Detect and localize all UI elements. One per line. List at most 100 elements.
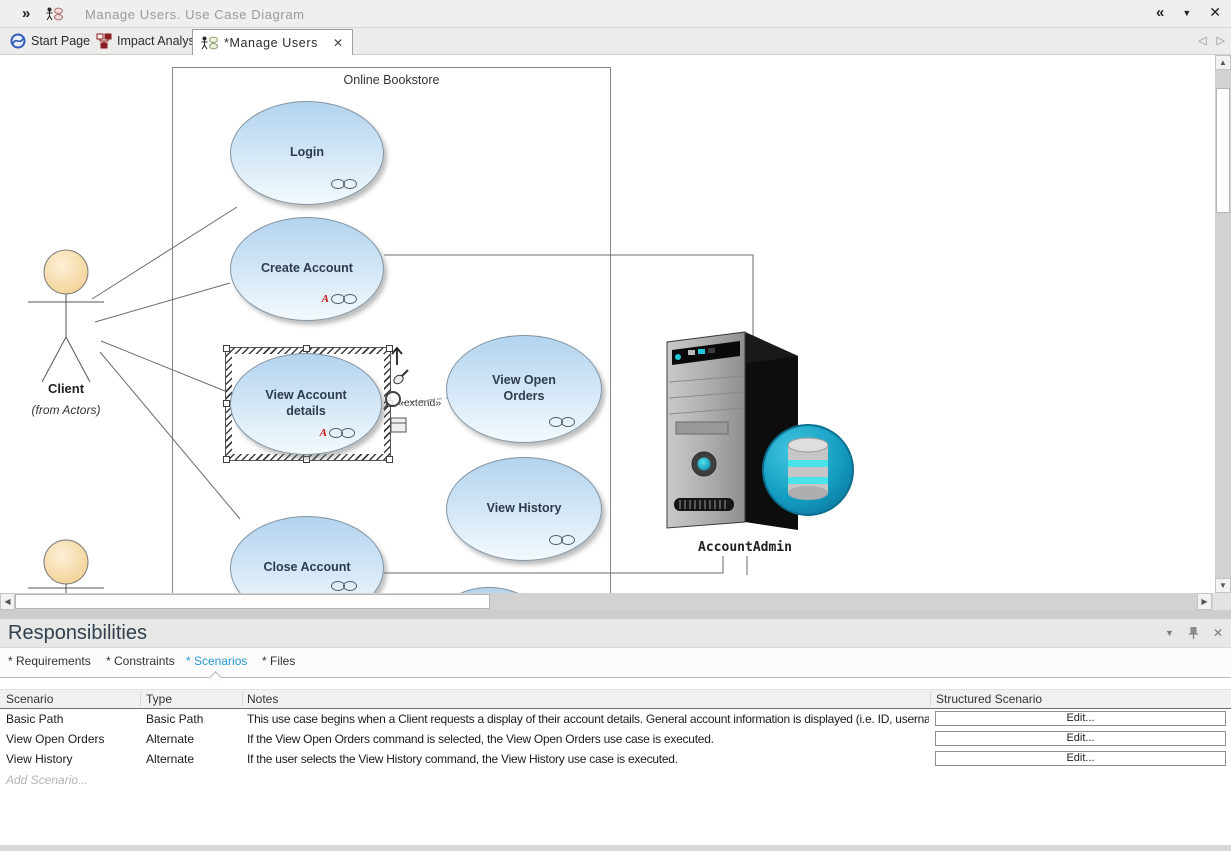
usecase-label: Close Account	[243, 560, 370, 576]
move-up-icon[interactable]	[388, 343, 406, 367]
window-title: Manage Users. Use Case Diagram	[85, 7, 305, 22]
vertical-scrollbar[interactable]: ▲ ▼	[1215, 55, 1231, 593]
usecase-label: View History	[467, 501, 582, 517]
usecase-label: View Account details	[231, 388, 381, 419]
vertical-scroll-thumb[interactable]	[1216, 88, 1230, 213]
panel-tab-bar: * Requirements * Constraints * Scenarios…	[0, 648, 1231, 677]
linked-document-icon	[331, 179, 357, 189]
linked-document-icon	[331, 581, 357, 591]
horizontal-scrollbar[interactable]: ◀ ▶	[0, 593, 1213, 610]
tab-scroll-nav: ◁ ▷	[1198, 34, 1225, 47]
edit-structured-scenario-button[interactable]: Edit...	[935, 711, 1226, 726]
scroll-left-icon[interactable]: ◀	[0, 593, 15, 610]
tab-scroll-left-icon[interactable]: ◁	[1198, 34, 1206, 47]
cell-type: Basic Path	[146, 712, 203, 726]
resize-handle[interactable]	[303, 345, 310, 352]
tab-manage-users[interactable]: *Manage Users ✕	[192, 29, 353, 56]
bottom-strip	[0, 845, 1231, 851]
usecase-login[interactable]: Login	[230, 101, 384, 205]
responsibilities-header: Responsibilities ▼ ✕	[0, 619, 1231, 648]
insert-element-icon[interactable]	[390, 417, 408, 435]
collapse-all-icon[interactable]: «	[1156, 4, 1164, 21]
horizontal-scroll-thumb[interactable]	[15, 594, 490, 609]
table-row[interactable]: Basic Path Basic Path This use case begi…	[0, 709, 1231, 729]
tab-scroll-right-icon[interactable]: ▷	[1217, 34, 1225, 47]
enterprise-architect-window: { "titlebar": { "collapse_glyph": "»", "…	[0, 0, 1231, 851]
column-header-scenario[interactable]: Scenario	[6, 692, 53, 706]
usecase-view-account-details[interactable]: View Account details A	[230, 353, 382, 455]
tab-divider	[0, 677, 1231, 678]
tab-start-page[interactable]: Start Page	[2, 28, 98, 54]
usecase-view-history[interactable]: View History	[446, 457, 602, 561]
pin-icon[interactable]	[1188, 626, 1199, 640]
actor-client-figure[interactable]	[20, 245, 112, 385]
server-node-image[interactable]	[660, 330, 860, 538]
usecase-label: View Open Orders	[447, 373, 601, 404]
tab-scenarios[interactable]: * Scenarios	[186, 654, 247, 668]
cell-notes: If the user selects the View History com…	[247, 752, 929, 766]
resize-handle[interactable]	[386, 456, 393, 463]
column-header-structured-scenario[interactable]: Structured Scenario	[936, 692, 1042, 706]
impact-analysis-icon	[96, 33, 112, 49]
usecase-view-open-orders[interactable]: View Open Orders	[446, 335, 602, 443]
resize-handle[interactable]	[223, 400, 230, 407]
paintbrush-icon[interactable]	[392, 367, 412, 387]
close-tab-icon[interactable]: ✕	[333, 36, 344, 50]
panel-title: Responsibilities	[8, 622, 147, 645]
cell-type: Alternate	[146, 732, 194, 746]
resize-handle[interactable]	[303, 456, 310, 463]
tab-files[interactable]: * Files	[262, 654, 295, 668]
title-bar: » Manage Users. Use Case Diagram « ▼ ✕	[0, 0, 1231, 28]
cell-notes: This use case begins when a Client reque…	[247, 712, 929, 726]
tab-label: *Manage Users	[224, 36, 318, 50]
scrollbar-corner	[1213, 593, 1231, 610]
table-row[interactable]: View Open Orders Alternate If the View O…	[0, 729, 1231, 749]
cell-notes: If the View Open Orders command is selec…	[247, 732, 929, 746]
linked-document-icon: A	[322, 293, 357, 305]
linked-document-icon	[549, 535, 575, 545]
use-case-diagram-icon	[201, 36, 219, 50]
alternate-marker: A	[322, 293, 329, 305]
resize-handle[interactable]	[223, 345, 230, 352]
connector-lines	[0, 55, 1215, 593]
usecase-create-account[interactable]: Create Account A	[230, 217, 384, 321]
scenario-table-header: Scenario Type Notes Structured Scenario	[0, 689, 1231, 709]
panel-splitter[interactable]	[0, 610, 1231, 619]
resize-handle[interactable]	[223, 456, 230, 463]
expand-toolbar-icon[interactable]: »	[22, 5, 30, 22]
cell-type: Alternate	[146, 752, 194, 766]
column-header-type[interactable]: Type	[146, 692, 172, 706]
scroll-up-icon[interactable]: ▲	[1215, 55, 1231, 70]
alternate-marker: A	[320, 427, 327, 439]
magnifier-icon[interactable]	[382, 389, 406, 413]
panel-close-icon[interactable]: ✕	[1213, 626, 1223, 640]
titlebar-controls: « ▼ ✕	[1156, 4, 1221, 21]
column-header-notes[interactable]: Notes	[247, 692, 278, 706]
usecase-label: Create Account	[241, 261, 373, 277]
add-scenario-row[interactable]: Add Scenario...	[6, 773, 88, 787]
scroll-right-icon[interactable]: ▶	[1197, 593, 1212, 610]
start-page-icon	[10, 33, 26, 49]
edit-structured-scenario-button[interactable]: Edit...	[935, 751, 1226, 766]
actor-partial-figure[interactable]	[20, 535, 112, 593]
cell-scenario: Basic Path	[6, 712, 63, 726]
tab-label: Impact Analysis	[117, 34, 204, 48]
window-menu-icon[interactable]: ▼	[1182, 8, 1191, 18]
panel-header-controls: ▼ ✕	[1165, 626, 1223, 640]
cell-scenario: View Open Orders	[6, 732, 105, 746]
scroll-down-icon[interactable]: ▼	[1215, 578, 1231, 593]
use-case-diagram-icon	[46, 7, 64, 21]
linked-document-icon	[549, 417, 575, 427]
close-window-icon[interactable]: ✕	[1209, 4, 1221, 21]
tab-label: Start Page	[31, 34, 90, 48]
edit-structured-scenario-button[interactable]: Edit...	[935, 731, 1226, 746]
tab-requirements[interactable]: * Requirements	[8, 654, 91, 668]
panel-menu-icon[interactable]: ▼	[1165, 628, 1174, 638]
table-row[interactable]: View History Alternate If the user selec…	[0, 749, 1231, 769]
diagram-tab-strip: Start Page Impact Analysis *Manage Users…	[0, 28, 1231, 55]
diagram-canvas[interactable]: Online Bookstore Login Create	[0, 55, 1215, 593]
cell-scenario: View History	[6, 752, 72, 766]
usecase-label: Login	[270, 145, 344, 161]
linked-document-icon: A	[320, 427, 355, 439]
tab-constraints[interactable]: * Constraints	[106, 654, 175, 668]
